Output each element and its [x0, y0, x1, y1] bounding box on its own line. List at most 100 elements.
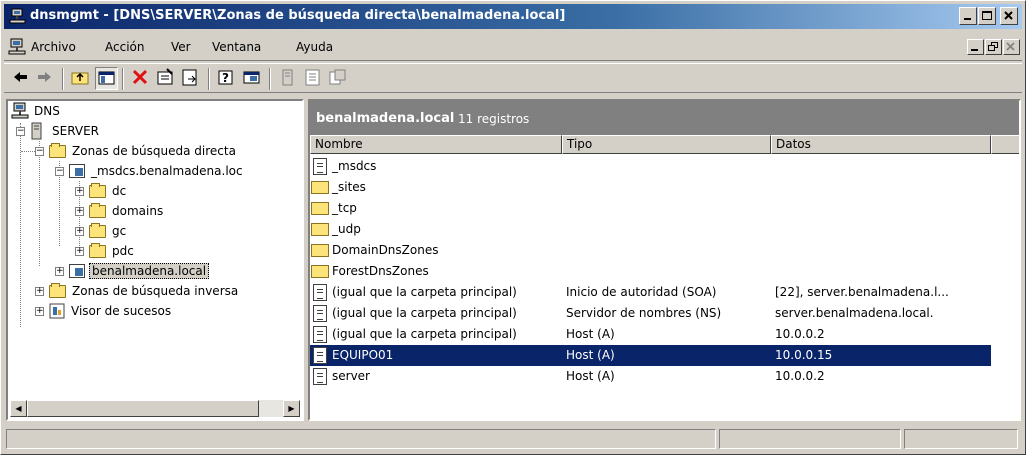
expand-toggle[interactable]: + [75, 187, 84, 196]
expand-toggle[interactable]: + [35, 307, 44, 316]
dns-app-icon [9, 8, 26, 24]
console-icon [243, 71, 260, 84]
table-row[interactable]: ForestDnsZones [310, 261, 991, 282]
tree-node-dc[interactable]: dc [89, 181, 128, 201]
tree-label: DNS [34, 104, 60, 118]
table-row[interactable]: EQUIPO01 Host (A) 10.0.0.15 [310, 345, 991, 366]
tree-label: Zonas de búsqueda inversa [72, 284, 239, 298]
zone-icon [69, 164, 85, 178]
table-row[interactable]: _tcp [310, 198, 991, 219]
tree-node-event-viewer[interactable]: Visor de sucesos [49, 301, 173, 321]
tree-node-msdcs[interactable]: _msdcs.benalmadena.loc [69, 161, 245, 181]
delete-button[interactable] [130, 67, 153, 90]
tree-label: domains [112, 204, 164, 218]
folder-icon [311, 181, 329, 194]
folder-icon [89, 202, 106, 218]
show-tree-button[interactable] [95, 67, 118, 90]
record-icon [313, 284, 327, 301]
tree-label: Zonas de búsqueda directa [72, 144, 236, 158]
maximize-button[interactable] [978, 7, 996, 25]
console-tree[interactable]: DNS − SERVER − Zonas de búsqueda directa… [6, 99, 304, 421]
expand-toggle[interactable]: + [75, 247, 84, 256]
tree-node-pdc[interactable]: pdc [89, 241, 136, 261]
record-icon [313, 347, 327, 364]
toolbar: ? [4, 63, 1022, 93]
collapse-toggle[interactable]: − [55, 167, 64, 176]
cell-datos: 10.0.0.2 [775, 369, 825, 383]
up-level-button[interactable] [70, 67, 93, 90]
properties-button[interactable] [155, 67, 178, 90]
menu-ventana[interactable]: Ventana [212, 40, 261, 54]
tree-node-forward-zones[interactable]: Zonas de búsqueda directa [49, 141, 238, 161]
back-button[interactable] [10, 67, 33, 90]
minimize-icon [964, 18, 971, 20]
column-header-tipo[interactable]: Tipo [562, 135, 771, 154]
table-row[interactable]: DomainDnsZones [310, 240, 991, 261]
export-list-button[interactable] [180, 67, 203, 90]
title-bar[interactable]: dnsmgmt - [DNS\SERVER\Zonas de búsqueda … [4, 4, 1022, 29]
table-row[interactable]: server Host (A) 10.0.0.2 [310, 366, 991, 387]
table-row[interactable]: (igual que la carpeta principal) Inicio d… [310, 282, 991, 303]
cell-nombre: (igual que la carpeta principal) [332, 285, 517, 299]
tree-node-server[interactable]: SERVER [29, 121, 101, 141]
expand-toggle[interactable]: + [75, 227, 84, 236]
app-window: dnsmgmt - [DNS\SERVER\Zonas de búsqueda … [0, 0, 1026, 455]
cell-nombre: server [332, 369, 370, 383]
table-row[interactable]: _msdcs [310, 156, 991, 177]
cell-datos: [22], server.benalmadena.l... [775, 285, 949, 299]
child-minimize-button[interactable] [967, 39, 984, 55]
menu-bar: Archivo Acción Ver Ventana Ayuda [4, 33, 1022, 61]
table-row[interactable]: _udp [310, 219, 991, 240]
server-button[interactable] [277, 67, 300, 90]
event-viewer-icon [49, 303, 65, 319]
console-button[interactable] [241, 67, 264, 90]
tree-node-gc[interactable]: gc [89, 221, 128, 241]
tree-label: Visor de sucesos [71, 304, 172, 318]
menu-archivo[interactable]: Archivo [31, 40, 76, 54]
tree-label: _msdcs.benalmadena.loc [91, 164, 243, 178]
scroll-thumb[interactable] [27, 400, 259, 417]
zone-button[interactable] [302, 67, 325, 90]
table-row[interactable]: (igual que la carpeta principal) Host (A)… [310, 324, 991, 345]
folder-icon [311, 223, 329, 236]
cell-tipo: Servidor de nombres (NS) [566, 306, 722, 320]
child-restore-button[interactable] [985, 39, 1002, 55]
scroll-left-button[interactable]: ◀ [10, 400, 27, 417]
dns-icon [11, 102, 29, 119]
tree-node-reverse-zones[interactable]: Zonas de búsqueda inversa [49, 281, 240, 301]
forward-button[interactable] [34, 67, 57, 90]
cell-nombre: (igual que la carpeta principal) [332, 327, 517, 341]
close-icon [1006, 42, 1015, 51]
scroll-right-button[interactable]: ▶ [283, 400, 300, 417]
tree-node-benalmadena[interactable]: benalmadena.local [69, 261, 210, 281]
svg-text:?: ? [222, 71, 229, 85]
record-icon [313, 368, 327, 385]
collapse-toggle[interactable]: − [35, 147, 44, 156]
menu-ver[interactable]: Ver [171, 40, 191, 54]
table-row[interactable]: _sites [310, 177, 991, 198]
tree-node-domains[interactable]: domains [89, 201, 165, 221]
collapse-toggle[interactable]: − [16, 127, 25, 136]
expand-toggle[interactable]: + [75, 207, 84, 216]
expand-toggle[interactable]: + [55, 267, 64, 276]
column-header-nombre[interactable]: Nombre [310, 135, 562, 154]
help-button[interactable]: ? [216, 67, 239, 90]
minimize-button[interactable] [959, 7, 977, 25]
cell-datos: server.benalmadena.local. [775, 306, 934, 320]
tree-label: benalmadena.local [89, 263, 210, 279]
status-panel-main [6, 429, 716, 449]
up-folder-icon [71, 72, 89, 85]
close-button[interactable] [1000, 7, 1018, 25]
child-close-button[interactable] [1003, 39, 1020, 55]
record-button[interactable] [327, 67, 350, 90]
dns-console-icon [8, 38, 26, 55]
table-row[interactable]: (igual que la carpeta principal) Servidor… [310, 303, 991, 324]
export-icon [182, 69, 197, 86]
results-count: 11 registros [458, 112, 530, 126]
tree-node-dns[interactable]: DNS [11, 101, 62, 121]
menu-ayuda[interactable]: Ayuda [296, 40, 333, 54]
column-header-datos[interactable]: Datos [771, 135, 991, 154]
expand-toggle[interactable]: + [35, 287, 44, 296]
menu-accion[interactable]: Acción [105, 40, 144, 54]
tree-horizontal-scrollbar[interactable]: ◀ ▶ [10, 400, 300, 417]
